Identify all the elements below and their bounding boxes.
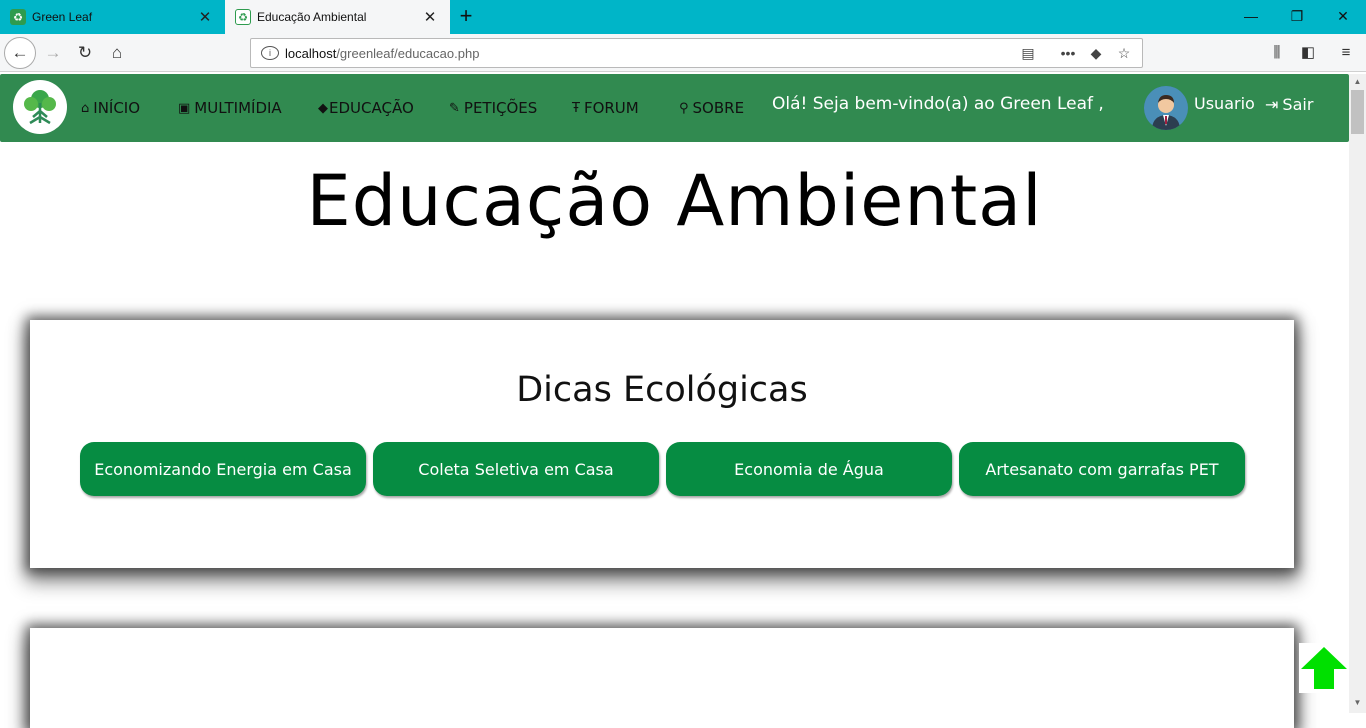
hamburger-menu-icon[interactable]: ≡ [1331, 38, 1361, 68]
restore-icon[interactable]: ❐ [1274, 0, 1320, 34]
sidebar-icon[interactable]: ◧ [1293, 38, 1323, 68]
graduation-cap-icon: ◆ [318, 100, 328, 116]
tips-title: Dicas Ecológicas [516, 370, 808, 410]
tab-title: Green Leaf [32, 10, 93, 24]
info-icon[interactable]: i [261, 46, 279, 60]
recycle-icon: ♻ [235, 9, 251, 25]
page-scrollbar[interactable]: ▲ ▼ [1349, 74, 1366, 713]
nav-item-forum[interactable]: Ŧ FORUM [572, 96, 639, 120]
up-arrow-icon [1301, 647, 1347, 689]
tip-button-coleta-seletiva[interactable]: Coleta Seletiva em Casa [373, 442, 659, 496]
nav-item-peticoes[interactable]: ✎ PETIÇÕES [449, 96, 537, 120]
pencil-icon: ✎ [449, 100, 460, 116]
nav-item-inicio[interactable]: ⌂ INÍCIO [81, 96, 140, 120]
bookmark-star-icon[interactable]: ☆ [1110, 45, 1138, 62]
scrollbar-thumb[interactable] [1351, 90, 1364, 134]
tree-logo-icon [24, 90, 56, 125]
page-title: Educação Ambiental [306, 160, 1043, 242]
recycle-icon: ♻ [10, 9, 26, 25]
browser-tab-educacao[interactable]: ♻ Educação Ambiental ✕ [225, 0, 450, 34]
second-card [30, 628, 1294, 728]
green-leaf-logo[interactable] [13, 80, 67, 134]
sign-out-icon: ⇥ [1265, 95, 1279, 114]
back-arrow-icon[interactable]: ← [4, 37, 36, 69]
nav-item-multimidia[interactable]: ▣ MULTIMÍDIA [178, 96, 282, 120]
user-avatar-icon [1144, 86, 1188, 130]
reader-view-icon[interactable]: ▤ [1014, 45, 1042, 62]
tab-title: Educação Ambiental [257, 10, 367, 24]
tip-button-economia-agua[interactable]: Economia de Água [666, 442, 952, 496]
scroll-down-icon[interactable]: ▼ [1349, 698, 1366, 707]
new-tab-icon[interactable]: + [452, 2, 480, 30]
forward-arrow-icon[interactable]: → [38, 38, 68, 68]
username-label[interactable]: Usuario [1194, 94, 1255, 113]
more-actions-icon[interactable]: ••• [1054, 45, 1082, 61]
browser-nav-bar: ← → ↻ ⌂ i localhost/greenleaf/educacao.p… [0, 34, 1366, 72]
text-icon: Ŧ [572, 100, 580, 116]
home-icon: ⌂ [81, 100, 90, 116]
pocket-icon[interactable]: ◆ [1082, 45, 1110, 62]
avatar[interactable] [1144, 86, 1188, 130]
window-close-icon[interactable]: ✕ [1320, 0, 1366, 34]
address-bar[interactable]: i localhost/greenleaf/educacao.php ▤ •••… [250, 38, 1143, 68]
browser-tab-strip: ♻ Green Leaf ✕ ♻ Educação Ambiental ✕ + … [0, 0, 1366, 34]
tip-button-artesanato-pet[interactable]: Artesanato com garrafas PET [959, 442, 1245, 496]
close-tab-icon[interactable]: ✕ [418, 8, 442, 26]
url-text[interactable]: localhost/greenleaf/educacao.php [285, 46, 1014, 61]
nav-item-educacao[interactable]: ◆ EDUCAÇÃO [318, 96, 414, 120]
tips-card: Dicas Ecológicas Economizando Energia em… [30, 320, 1294, 568]
browser-tab-green-leaf[interactable]: ♻ Green Leaf ✕ [0, 0, 225, 34]
welcome-message: Olá! Seja bem-vindo(a) ao Green Leaf , [772, 94, 1104, 114]
reload-icon[interactable]: ↻ [70, 38, 100, 68]
scroll-up-icon[interactable]: ▲ [1349, 77, 1366, 86]
nav-item-sobre[interactable]: ⚲ SOBRE [679, 96, 744, 120]
home-icon[interactable]: ⌂ [102, 38, 132, 68]
site-header: ⌂ INÍCIO ▣ MULTIMÍDIA ◆ EDUCAÇÃO ✎ PETIÇ… [0, 74, 1349, 142]
close-tab-icon[interactable]: ✕ [193, 8, 217, 26]
minimize-icon[interactable]: — [1228, 0, 1274, 34]
tip-button-energia[interactable]: Economizando Energia em Casa [80, 442, 366, 496]
scroll-to-top-button[interactable] [1299, 643, 1349, 693]
image-icon: ▣ [178, 100, 191, 116]
search-icon: ⚲ [679, 100, 689, 116]
library-icon[interactable]: ⫼ [1262, 38, 1292, 68]
logout-button[interactable]: ⇥ Sair [1265, 95, 1313, 114]
